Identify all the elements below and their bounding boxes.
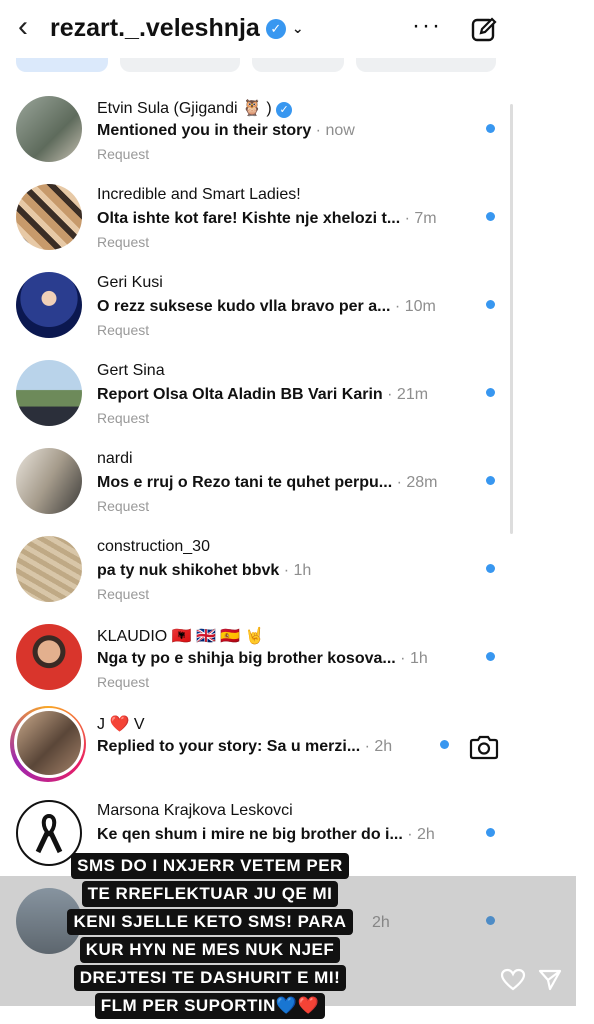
thread-message: Replied to your story: Sa u merzi... · 2… [97, 738, 393, 755]
list-item[interactable]: Incredible and Smart Ladies! Olta ishte … [0, 180, 594, 268]
thread-name: Marsona Krajkova Leskovci [97, 802, 293, 819]
username: rezart._.veleshnja [50, 14, 260, 42]
thread-message: Olta ishte kot fare! Kishte nje xhelozi … [97, 210, 437, 227]
thread-name: J ❤️ V [97, 716, 145, 733]
list-item[interactable]: J ❤️ V Replied to your story: Sa u merzi… [0, 706, 594, 796]
thread-message: Mos e rruj o Rezo tani te quhet perpu...… [97, 474, 438, 491]
verified-badge-icon: ✓ [276, 101, 293, 118]
filter-chip[interactable] [356, 58, 496, 72]
avatar [16, 624, 82, 690]
avatar [14, 708, 84, 778]
caption-line: DREJTESI TE DASHURIT E MI! [73, 965, 347, 991]
unread-dot-icon [486, 564, 495, 573]
story-caption: SMS DO I NXJERR VETEM PER TE RREFLEKTUAR… [0, 852, 420, 1020]
request-label: Request [97, 146, 150, 162]
avatar [16, 448, 82, 514]
caption-line: FLM PER SUPORTIN💙❤️ [94, 993, 326, 1019]
request-label: Request [97, 498, 150, 514]
filter-chip[interactable] [252, 58, 344, 72]
back-chevron-icon[interactable]: ‹ [18, 12, 28, 42]
list-item[interactable]: nardi Mos e rruj o Rezo tani te quhet pe… [0, 444, 594, 532]
thread-name: Etvin Sula (Gjigandi 🦉 ) ✓ [97, 98, 293, 118]
list-item[interactable]: Gert Sina Report Olsa Olta Aladin BB Var… [0, 356, 594, 444]
avatar [16, 272, 82, 338]
avatar [16, 536, 82, 602]
list-item[interactable]: construction_30 pa ty nuk shikohet bbvk … [0, 532, 594, 620]
avatar [16, 96, 82, 162]
unread-dot-icon [440, 740, 449, 749]
list-item[interactable]: Etvin Sula (Gjigandi 🦉 ) ✓ Mentioned you… [0, 92, 594, 180]
unread-dot-icon [486, 388, 495, 397]
thread-message: Ke qen shum i mire ne big brother do i..… [97, 826, 435, 843]
camera-icon[interactable] [469, 734, 499, 760]
avatar [16, 360, 82, 426]
caption-line: KENI SJELLE KETO SMS! PARA [67, 909, 353, 935]
verified-badge-icon: ✓ [265, 18, 286, 39]
request-label: Request [97, 586, 150, 602]
request-label: Request [97, 234, 150, 250]
chevron-down-icon[interactable]: ⌄ [292, 20, 304, 37]
unread-dot-icon [486, 476, 495, 485]
thread-message: Report Olsa Olta Aladin BB Vari Karin · … [97, 386, 429, 403]
request-label: Request [97, 410, 150, 426]
thread-name: KLAUDIO 🇦🇱 🇬🇧 🇪🇸 🤘 [97, 628, 265, 645]
filter-chip[interactable] [16, 58, 108, 72]
page-title[interactable]: rezart._.veleshnja ✓ ⌄ [50, 14, 304, 43]
thread-name: construction_30 [97, 538, 210, 555]
request-label: Request [97, 674, 150, 690]
thread-name: Geri Kusi [97, 274, 163, 291]
thread-message: O rezz suksese kudo vlla bravo per a... … [97, 298, 436, 315]
thread-message: Mentioned you in their story · now [97, 122, 355, 139]
thread-name: nardi [97, 450, 133, 467]
caption-line: SMS DO I NXJERR VETEM PER [71, 853, 349, 879]
send-icon[interactable] [538, 968, 562, 992]
thread-name: Gert Sina [97, 362, 165, 379]
request-label: Request [97, 322, 150, 338]
heart-icon[interactable] [500, 968, 526, 992]
caption-line: KUR HYN NE MES NUK NJEF [79, 937, 341, 963]
thread-message: pa ty nuk shikohet bbvk · 1h [97, 562, 312, 579]
caption-line: TE RREFLEKTUAR JU QE MI [81, 881, 339, 907]
avatar [16, 184, 82, 250]
header: ‹ rezart._.veleshnja ✓ ⌄ ··· [0, 0, 594, 58]
unread-dot-icon [486, 828, 495, 837]
unread-dot-icon [486, 652, 495, 661]
thread-message: Nga ty po e shihja big brother kosova...… [97, 650, 428, 667]
thread-name: Incredible and Smart Ladies! [97, 186, 301, 203]
compose-icon[interactable] [470, 16, 498, 44]
filter-chip[interactable] [120, 58, 240, 72]
unread-dot-icon [486, 124, 495, 133]
list-item[interactable]: KLAUDIO 🇦🇱 🇬🇧 🇪🇸 🤘 Nga ty po e shihja bi… [0, 620, 594, 708]
unread-dot-icon [486, 212, 495, 221]
list-item[interactable]: Geri Kusi O rezz suksese kudo vlla bravo… [0, 268, 594, 356]
more-options-icon[interactable]: ··· [412, 12, 442, 40]
unread-dot-icon [486, 300, 495, 309]
